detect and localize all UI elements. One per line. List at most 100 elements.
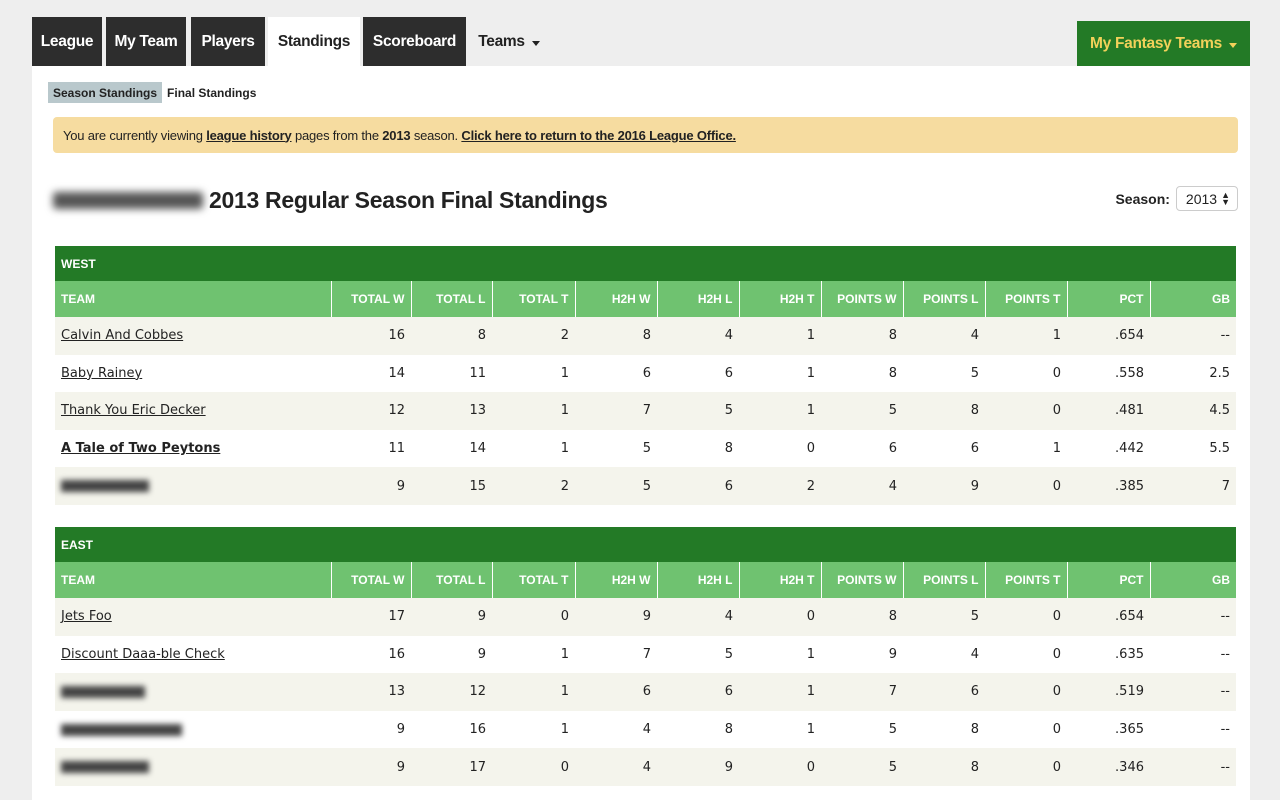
team-link[interactable]: Calvin And Cobbes: [61, 328, 183, 343]
stat-cell: 0: [985, 710, 1067, 749]
team-cell: Calvin And Cobbes: [55, 317, 331, 355]
stat-cell: 7: [575, 635, 657, 674]
league-history-link[interactable]: league history: [206, 128, 292, 143]
stat-cell: 0: [985, 673, 1067, 711]
stat-cell: 4: [657, 598, 739, 636]
column-header: PCT: [1066, 281, 1150, 317]
table-row: 9 15 2 5 6 2 4 9 0.385 7: [55, 467, 1236, 505]
stat-cell: 1: [739, 354, 821, 393]
tab-my-team[interactable]: My Team: [106, 17, 186, 66]
tab-teams-dropdown[interactable]: Teams: [469, 17, 549, 66]
team-link[interactable]: Baby Rainey: [61, 366, 142, 381]
stat-cell: 1: [985, 317, 1067, 355]
stat-cell: --: [1150, 748, 1236, 786]
page-title-text: 2013 Regular Season Final Standings: [209, 186, 608, 213]
stat-cell: .385: [1067, 467, 1150, 505]
stat-cell: --: [1150, 710, 1236, 749]
stat-cell: 9: [331, 710, 411, 749]
stat-cell: 0: [985, 354, 1067, 393]
table-row: A Tale of Two Peytons 11 14 1 5 8 0 6 6 1.442 5.5: [55, 429, 1236, 468]
stat-cell: --: [1150, 673, 1236, 711]
tab-league[interactable]: League: [32, 17, 102, 66]
table-row: 9 17 0 4 9 0 5 8 0.346 --: [55, 748, 1236, 786]
stat-cell: 17: [411, 748, 492, 786]
stat-cell: 15: [411, 467, 492, 505]
stat-cell: 9: [411, 635, 492, 674]
stat-cell: 2: [492, 467, 575, 505]
column-header: POINTS L: [902, 281, 985, 317]
stat-cell: 6: [575, 354, 657, 393]
stat-cell: 2: [492, 317, 575, 355]
stat-cell: 1: [739, 673, 821, 711]
tab-scoreboard[interactable]: Scoreboard: [363, 17, 466, 66]
season-label: Season:: [1115, 190, 1170, 207]
season-select[interactable]: 2013 ▲ ▼: [1175, 186, 1238, 211]
page-title: 2013 Regular Season Final Standings: [53, 185, 608, 215]
stat-cell: 9: [331, 467, 411, 505]
stat-cell: 1: [739, 635, 821, 674]
stat-cell: .635: [1067, 635, 1150, 674]
stat-cell: 5: [821, 710, 903, 749]
column-header: POINTS W: [820, 281, 903, 317]
tab-label: Standings: [277, 32, 351, 50]
stat-cell: 5: [657, 635, 739, 674]
subtab-season-standings[interactable]: Season Standings: [48, 82, 163, 103]
team-name-redacted[interactable]: [61, 685, 145, 698]
team-cell: A Tale of Two Peytons: [55, 429, 331, 468]
stat-cell: 7: [821, 673, 903, 711]
team-name-redacted[interactable]: [61, 480, 149, 493]
column-header: POINTS L: [902, 562, 985, 598]
my-fantasy-teams-label: My Fantasy Teams: [1090, 34, 1222, 52]
banner-year: 2013: [382, 127, 411, 143]
column-header: H2H L: [656, 281, 739, 317]
stat-cell: 8: [903, 392, 985, 430]
stat-cell: 1: [739, 317, 821, 355]
team-name-redacted[interactable]: [61, 723, 182, 736]
subtabs: Season Standings Final Standings: [48, 82, 261, 103]
page-container: League My Team Players Standings Scorebo…: [32, 17, 1250, 800]
stat-cell: 14: [331, 354, 411, 393]
standings-table-east: EAST TEAM TOTAL W TOTAL L TOTAL T H2H W H2H LH…: [55, 527, 1236, 786]
team-link[interactable]: Discount Daaa-ble Check: [61, 647, 225, 662]
subtab-final-standings[interactable]: Final Standings: [162, 82, 261, 103]
return-league-office-link[interactable]: Click here to return to the 2016 League …: [461, 128, 736, 143]
team-link[interactable]: Thank You Eric Decker: [61, 403, 206, 418]
stat-cell: 8: [821, 354, 903, 393]
tab-players[interactable]: Players: [191, 17, 265, 66]
team-name-redacted[interactable]: [61, 761, 149, 774]
team-cell: Baby Rainey: [55, 354, 331, 393]
team-link[interactable]: Jets Foo: [61, 609, 112, 624]
stat-cell: 0: [739, 748, 821, 786]
season-selector: Season: 2013 ▲ ▼: [1115, 185, 1238, 212]
column-header: TOTAL T: [491, 562, 575, 598]
stat-cell: 9: [331, 748, 411, 786]
my-fantasy-teams-button[interactable]: My Fantasy Teams: [1077, 21, 1250, 66]
stat-cell: --: [1150, 635, 1236, 674]
team-cell: Thank You Eric Decker: [55, 392, 331, 430]
team-cell: [55, 748, 331, 786]
stat-cell: .654: [1067, 317, 1150, 355]
team-cell: [55, 673, 331, 711]
column-header: TEAM: [55, 281, 331, 317]
team-link[interactable]: A Tale of Two Peytons: [61, 441, 220, 456]
column-header-row: TEAM TOTAL W TOTAL L TOTAL T H2H W H2H L H2H T…: [55, 281, 1236, 317]
stat-cell: .654: [1067, 598, 1150, 636]
column-header: TOTAL L: [410, 562, 492, 598]
stat-cell: 16: [411, 710, 492, 749]
team-cell: [55, 467, 331, 505]
column-header: TOTAL W: [330, 281, 411, 317]
tab-label: Teams: [478, 32, 525, 50]
stat-cell: 16: [331, 317, 411, 355]
tab-standings[interactable]: Standings: [268, 17, 360, 66]
column-header: GB: [1149, 281, 1236, 317]
stat-cell: 8: [657, 710, 739, 749]
stat-cell: 13: [331, 673, 411, 711]
stat-cell: 5: [657, 392, 739, 430]
stat-cell: 0: [985, 598, 1067, 636]
stat-cell: 8: [821, 317, 903, 355]
stat-cell: 13: [411, 392, 492, 430]
table-row: Baby Rainey 14 11 1 6 6 1 8 5 0.558 2.5: [55, 354, 1236, 393]
stat-cell: 1: [492, 635, 575, 674]
caret-down-icon: [1228, 43, 1237, 48]
column-header: POINTS T: [984, 281, 1067, 317]
